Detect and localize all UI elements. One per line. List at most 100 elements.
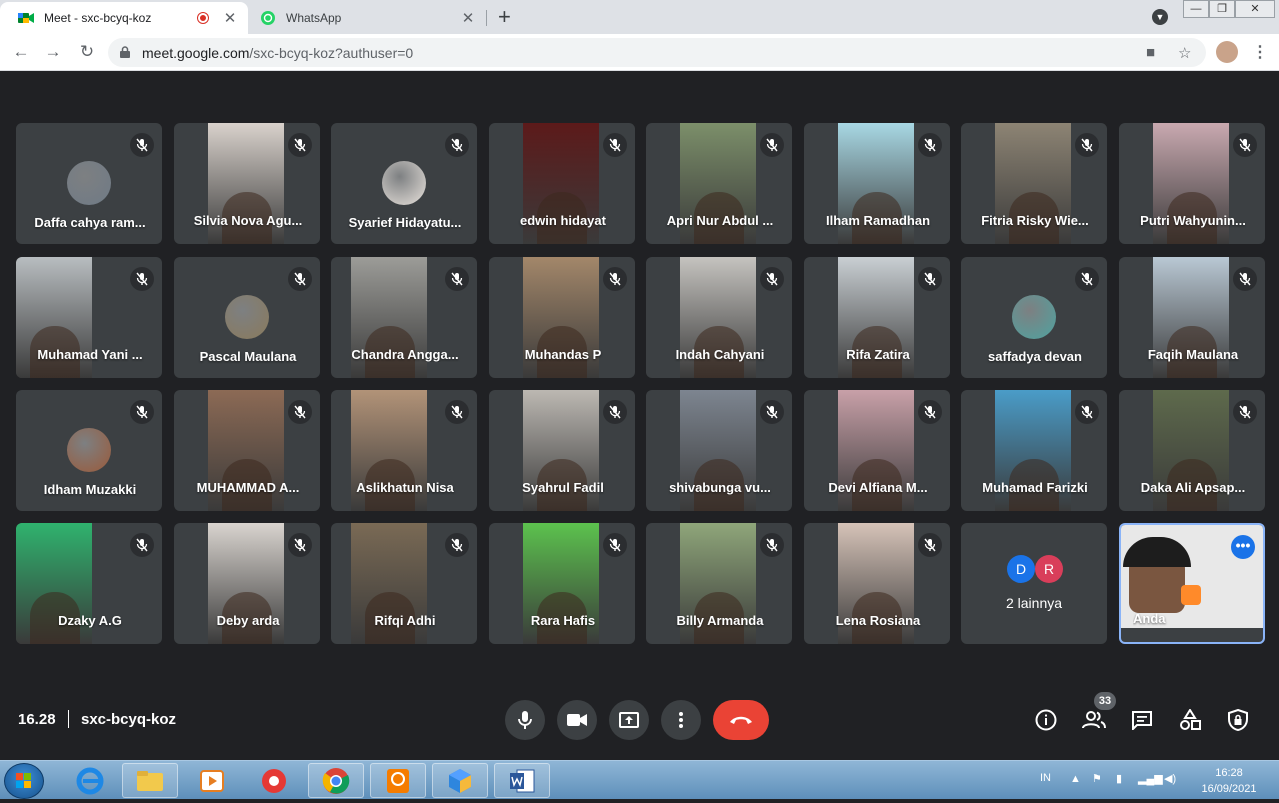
mic-off-icon <box>603 400 627 424</box>
end-call-icon <box>730 716 752 724</box>
windows-taskbar: IN ▲ ⚑ ▮ ▂▄▆ ◀) 16:28 16/09/2021 <box>0 760 1279 799</box>
internet-explorer-icon[interactable] <box>62 763 118 798</box>
participant-tile[interactable]: shivabunga vu... <box>646 390 792 511</box>
chrome-icon[interactable] <box>308 763 364 798</box>
participant-tile[interactable]: Syahrul Fadil <box>489 390 635 511</box>
volume-icon[interactable]: ◀) <box>1164 772 1176 785</box>
system-clock[interactable]: 16:28 16/09/2021 <box>1196 765 1262 797</box>
participant-name: Daka Ali Apsap... <box>1140 480 1246 495</box>
mic-off-icon <box>918 400 942 424</box>
mic-off-icon <box>130 533 154 557</box>
more-options-button[interactable] <box>661 700 701 740</box>
participant-tile[interactable]: Pascal Maulana <box>174 257 320 378</box>
participant-tile[interactable]: Muhamad Farizki <box>961 390 1107 511</box>
address-bar[interactable]: meet.google.com/sxc-bcyq-koz?authuser=0 … <box>108 38 1206 67</box>
mic-off-icon <box>918 267 942 291</box>
mic-off-icon <box>603 533 627 557</box>
tab-meet[interactable]: Meet - sxc-bcyq-koz ✕ <box>0 2 248 34</box>
participant-tile[interactable]: Rifa Zatira <box>804 257 950 378</box>
microphone-button[interactable] <box>505 700 545 740</box>
participant-tile[interactable]: Apri Nur Abdul ... <box>646 123 792 244</box>
media-player-icon[interactable] <box>184 763 240 798</box>
chat-icon[interactable] <box>1130 708 1154 732</box>
input-language-indicator[interactable]: IN <box>1040 772 1051 784</box>
browser-toolbar: ← → ↻ meet.google.com/sxc-bcyq-koz?authu… <box>0 34 1279 71</box>
participant-tile[interactable]: Aslikhatun Nisa <box>331 390 477 511</box>
browser-tab-bar: Meet - sxc-bcyq-koz ✕ WhatsApp ✕ + ▼ — ❐… <box>0 0 1279 34</box>
participant-tile[interactable]: Ilham Ramadhan <box>804 123 950 244</box>
close-tab-icon[interactable]: ✕ <box>222 9 238 27</box>
participant-tile[interactable]: Billy Armanda <box>646 523 792 644</box>
tab-whatsapp[interactable]: WhatsApp ✕ <box>250 2 486 34</box>
participant-tile[interactable]: Daffa cahya ram... <box>16 123 162 244</box>
word-icon[interactable] <box>494 763 550 798</box>
present-screen-button[interactable] <box>609 700 649 740</box>
mic-off-icon <box>918 133 942 157</box>
self-tile[interactable]: ••• Anda <box>1119 523 1265 644</box>
tab-divider <box>486 10 487 26</box>
participant-tile[interactable]: Syarief Hidayatu... <box>331 123 477 244</box>
self-hair <box>1123 537 1191 567</box>
restore-button[interactable]: ❐ <box>1209 0 1235 18</box>
camera-in-use-icon[interactable]: ■ <box>1146 44 1155 61</box>
file-explorer-icon[interactable] <box>122 763 178 798</box>
close-tab-icon[interactable]: ✕ <box>460 9 476 27</box>
close-window-button[interactable]: ✕ <box>1235 0 1275 18</box>
cube-app-icon[interactable] <box>432 763 488 798</box>
present-icon <box>619 712 639 728</box>
participant-tile[interactable]: Muhamad Yani ... <box>16 257 162 378</box>
participant-name: Dzaky A.G <box>58 613 122 628</box>
power-icon[interactable]: ▮ <box>1116 772 1122 785</box>
people-icon[interactable] <box>1082 708 1106 732</box>
forward-icon[interactable]: → <box>42 42 64 62</box>
participant-tile[interactable]: Faqih Maulana <box>1119 257 1265 378</box>
others-tile[interactable]: D R 2 lainnya <box>961 523 1107 644</box>
participant-tile[interactable]: Putri Wahyunin... <box>1119 123 1265 244</box>
pdf-reader-icon[interactable] <box>370 763 426 798</box>
participant-tile[interactable]: Chandra Angga... <box>331 257 477 378</box>
screen-recorder-icon[interactable] <box>246 763 302 798</box>
reload-icon[interactable]: ↻ <box>76 42 98 62</box>
new-tab-icon[interactable]: + <box>498 6 511 28</box>
participant-tile[interactable]: Silvia Nova Agu... <box>174 123 320 244</box>
participant-name: Apri Nur Abdul ... <box>666 213 774 228</box>
camera-button[interactable] <box>557 700 597 740</box>
participant-tile[interactable]: Deby arda <box>174 523 320 644</box>
leave-call-button[interactable] <box>713 700 769 740</box>
participant-tile[interactable]: Daka Ali Apsap... <box>1119 390 1265 511</box>
start-button[interactable] <box>4 763 44 799</box>
participant-tile[interactable]: Dzaky A.G <box>16 523 162 644</box>
meeting-details-icon[interactable] <box>1034 708 1058 732</box>
bookmark-star-icon[interactable]: ☆ <box>1178 44 1191 62</box>
more-options-icon[interactable]: ••• <box>1231 535 1255 559</box>
mic-off-icon <box>1233 400 1257 424</box>
browser-menu-icon[interactable]: ⋮ <box>1252 42 1268 62</box>
host-controls-icon[interactable] <box>1226 708 1250 732</box>
action-center-icon[interactable]: ⚑ <box>1092 772 1102 785</box>
tab-search-icon[interactable]: ▼ <box>1152 9 1168 25</box>
participant-tile[interactable]: Muhandas P <box>489 257 635 378</box>
activities-icon[interactable] <box>1178 708 1202 732</box>
participant-tile[interactable]: MUHAMMAD A... <box>174 390 320 511</box>
url-text: meet.google.com/sxc-bcyq-koz?authuser=0 <box>142 45 414 61</box>
back-icon[interactable]: ← <box>10 42 32 62</box>
participant-name: Aslikhatun Nisa <box>356 480 454 495</box>
more-vert-icon <box>679 712 683 728</box>
participant-tile[interactable]: Rara Hafis <box>489 523 635 644</box>
profile-avatar[interactable] <box>1216 41 1238 63</box>
participant-name: Indah Cahyani <box>675 347 765 362</box>
participant-tile[interactable]: Devi Alfiana M... <box>804 390 950 511</box>
participant-tile[interactable]: Idham Muzakki <box>16 390 162 511</box>
show-hidden-icons-icon[interactable]: ▲ <box>1070 773 1081 785</box>
participant-tile[interactable]: Indah Cahyani <box>646 257 792 378</box>
participant-tile[interactable]: saffadya devan <box>961 257 1107 378</box>
participant-tile[interactable]: Fitria Risky Wie... <box>961 123 1107 244</box>
participant-tile[interactable]: edwin hidayat <box>489 123 635 244</box>
participant-tile[interactable]: Lena Rosiana <box>804 523 950 644</box>
network-signal-icon[interactable]: ▂▄▆ <box>1138 772 1163 785</box>
participant-name: Muhandas P <box>524 347 602 362</box>
minimize-button[interactable]: — <box>1183 0 1209 18</box>
mic-off-icon <box>288 267 312 291</box>
participant-name: Silvia Nova Agu... <box>193 213 303 228</box>
participant-tile[interactable]: Rifqi Adhi <box>331 523 477 644</box>
